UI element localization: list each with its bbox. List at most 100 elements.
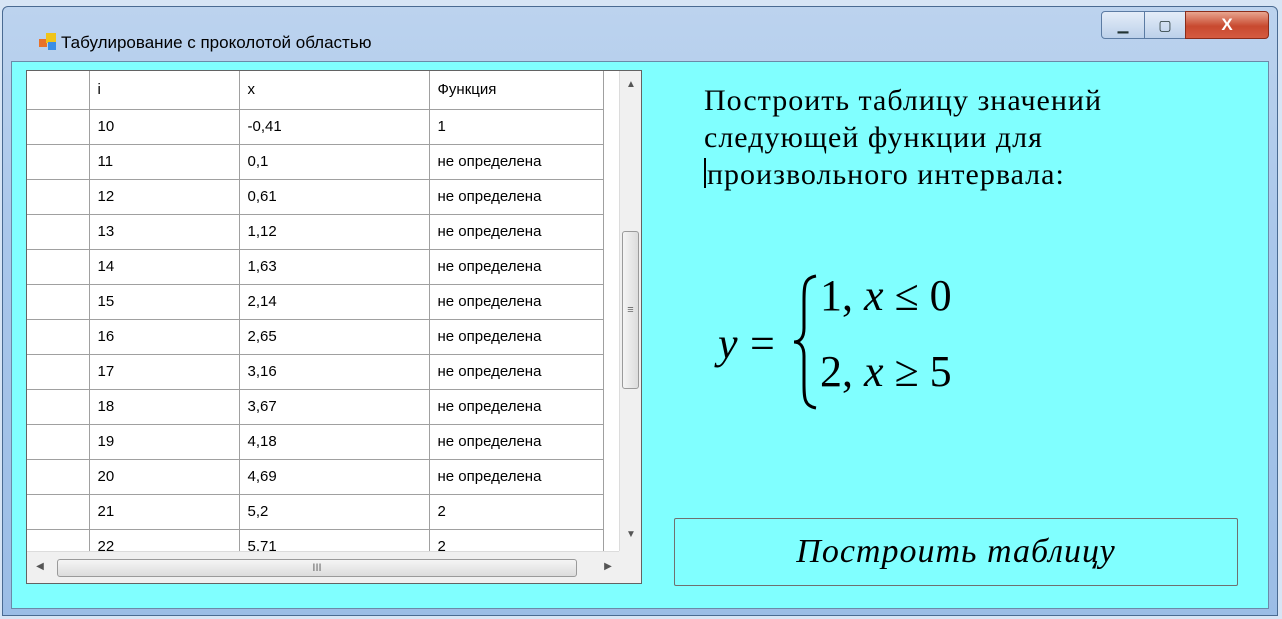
table-row[interactable]: 19 4,18 не определена [27, 424, 604, 460]
vertical-scrollbar[interactable]: ▲ ≡ ▼ [619, 71, 641, 551]
cell-function[interactable]: не определена [429, 214, 604, 250]
cell-i[interactable]: 13 [89, 214, 240, 250]
window-title: Табулирование с проколотой областью [61, 33, 372, 52]
cell-function[interactable]: 2 [429, 494, 604, 530]
table-row[interactable]: 13 1,12 не определена [27, 214, 604, 250]
cell-i[interactable]: 12 [89, 179, 240, 215]
cell-x[interactable]: 3,67 [239, 389, 430, 425]
scroll-down-icon[interactable]: ▼ [620, 529, 641, 540]
row-header[interactable] [27, 249, 90, 285]
row-header[interactable] [27, 144, 90, 180]
cell-function[interactable]: не определена [429, 319, 604, 355]
row-header[interactable] [27, 284, 90, 320]
row-header[interactable] [27, 214, 90, 250]
cell-x[interactable]: 3,16 [239, 354, 430, 390]
cell-function[interactable]: не определена [429, 284, 604, 320]
cell-x[interactable]: 1,63 [239, 249, 430, 285]
formula-lhs: y [718, 319, 738, 368]
table-row[interactable]: 15 2,14 не определена [27, 284, 604, 320]
row-header[interactable] [27, 179, 90, 215]
row-header[interactable] [27, 424, 90, 460]
column-header-i[interactable]: i [89, 71, 240, 110]
data-grid[interactable]: i x Функция 10 -0,41 1 11 0,1 не определена 12… [26, 70, 642, 584]
cell-i[interactable]: 19 [89, 424, 240, 460]
row-header[interactable] [27, 109, 90, 145]
column-header-function[interactable]: Функция [429, 71, 604, 110]
scrollbar-corner [619, 551, 641, 583]
case-2-value: 2, [820, 347, 853, 396]
cell-x[interactable]: 4,69 [239, 459, 430, 495]
table-row[interactable]: 11 0,1 не определена [27, 144, 604, 180]
close-icon: X [1221, 15, 1233, 34]
cell-x[interactable]: 0,1 [239, 144, 430, 180]
cell-function[interactable]: не определена [429, 144, 604, 180]
text-caret [704, 158, 706, 188]
table-row[interactable]: 18 3,67 не определена [27, 389, 604, 425]
horizontal-scrollbar[interactable]: ◀ III ▶ [27, 551, 621, 583]
cell-function[interactable]: не определена [429, 179, 604, 215]
row-header[interactable] [27, 459, 90, 495]
cell-i[interactable]: 17 [89, 354, 240, 390]
cell-x[interactable]: 1,12 [239, 214, 430, 250]
horizontal-scroll-thumb[interactable]: III [57, 559, 577, 577]
row-header[interactable] [27, 494, 90, 530]
cell-i[interactable]: 10 [89, 109, 240, 145]
row-header[interactable] [27, 389, 90, 425]
cell-x[interactable]: 2,65 [239, 319, 430, 355]
column-header-x[interactable]: x [239, 71, 430, 110]
case-1-condition: ≤ 0 [883, 271, 952, 320]
table-row[interactable]: 14 1,63 не определена [27, 249, 604, 285]
cell-i[interactable]: 21 [89, 494, 240, 530]
task-description[interactable]: Построить таблицу значений следующей фун… [704, 82, 1244, 193]
cell-function[interactable]: 1 [429, 109, 604, 145]
maximize-icon: ▢ [1158, 16, 1172, 33]
curly-brace-icon [793, 274, 817, 410]
vertical-scroll-thumb[interactable]: ≡ [622, 231, 639, 389]
task-line-3: произвольного интервала: [707, 158, 1065, 191]
formula-equals: = [750, 319, 775, 368]
formula-case-1: 1, x ≤ 0 [820, 270, 952, 321]
app-window: Табулирование с проколотой областью ▁ ▢ … [2, 6, 1278, 616]
cell-i[interactable]: 11 [89, 144, 240, 180]
cell-i[interactable]: 16 [89, 319, 240, 355]
case-2-condition: ≥ 5 [883, 347, 952, 396]
cell-x[interactable]: 0,61 [239, 179, 430, 215]
table-row[interactable]: 16 2,65 не определена [27, 319, 604, 355]
title-bar[interactable]: Табулирование с проколотой областью ▁ ▢ … [3, 7, 1277, 61]
cell-function[interactable]: не определена [429, 459, 604, 495]
table-row[interactable]: 20 4,69 не определена [27, 459, 604, 495]
table-row[interactable]: 21 5,2 2 [27, 494, 604, 530]
build-table-button[interactable]: Построить таблицу [674, 518, 1238, 586]
cell-i[interactable]: 15 [89, 284, 240, 320]
cell-i[interactable]: 20 [89, 459, 240, 495]
scroll-left-icon[interactable]: ◀ [29, 561, 51, 572]
cell-function[interactable]: не определена [429, 389, 604, 425]
cell-x[interactable]: -0,41 [239, 109, 430, 145]
close-button[interactable]: X [1185, 11, 1269, 39]
cell-i[interactable]: 14 [89, 249, 240, 285]
table-row[interactable]: 12 0,61 не определена [27, 179, 604, 215]
row-header[interactable] [27, 319, 90, 355]
task-line-1: Построить таблицу значений [704, 84, 1103, 117]
minimize-icon: ▁ [1117, 16, 1129, 33]
cell-x[interactable]: 5,2 [239, 494, 430, 530]
cell-function[interactable]: не определена [429, 354, 604, 390]
grid-header-row: i x Функция [27, 71, 604, 110]
task-line-2: следующей функции для [704, 121, 1043, 154]
maximize-button[interactable]: ▢ [1144, 11, 1186, 39]
row-header[interactable] [27, 354, 90, 390]
cell-x[interactable]: 2,14 [239, 284, 430, 320]
grid-table: i x Функция 10 -0,41 1 11 0,1 не определена 12… [27, 71, 604, 565]
case-1-value: 1, [820, 271, 853, 320]
task-line-3-wrap: произвольного интервала: [704, 156, 1244, 193]
cell-function[interactable]: не определена [429, 249, 604, 285]
minimize-button[interactable]: ▁ [1101, 11, 1145, 39]
cell-i[interactable]: 18 [89, 389, 240, 425]
case-2-var: x [864, 347, 884, 396]
cell-x[interactable]: 4,18 [239, 424, 430, 460]
table-row[interactable]: 10 -0,41 1 [27, 109, 604, 145]
scroll-up-icon[interactable]: ▲ [620, 79, 641, 90]
table-row[interactable]: 17 3,16 не определена [27, 354, 604, 390]
scroll-right-icon[interactable]: ▶ [597, 561, 619, 572]
cell-function[interactable]: не определена [429, 424, 604, 460]
